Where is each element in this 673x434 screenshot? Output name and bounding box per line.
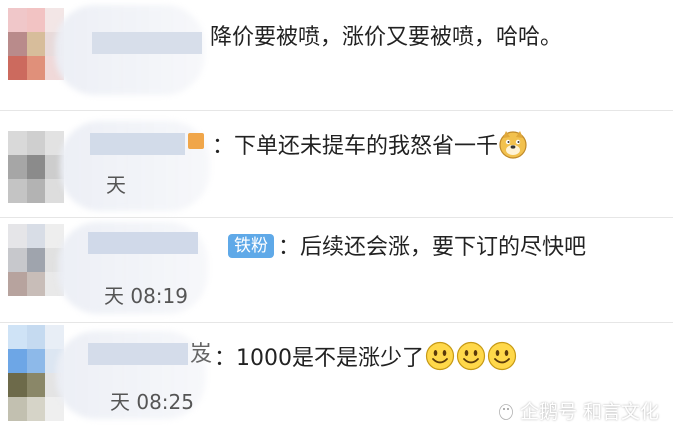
avatar[interactable] [8,131,64,203]
blurred-block [90,133,185,155]
blurred-block [88,343,188,365]
blurred-block [92,32,202,54]
comment-name-fragment: 岌 [190,342,213,367]
penguin-icon [499,404,513,420]
smiley-icon [425,341,455,371]
vip-icon [188,133,204,149]
comment-time: 天 08:19 [104,284,188,308]
blurred-block [88,232,198,254]
comment-text: 铁粉 ：后续还会涨，要下订的尽快吧 [228,234,586,262]
comment-time: 天 08:25 [110,390,194,414]
fan-badge[interactable]: 铁粉 [228,234,274,258]
watermark: 企鹅号 和言文化 [496,397,659,424]
avatar[interactable] [8,224,64,296]
doge-icon [499,131,527,159]
comment-item-1: 降价要被喷，涨价又要被喷，哈哈。 [0,0,673,110]
smiley-icon [456,341,486,371]
comment-item-2: ：下单还未提车的我怒省一千 天 [0,111,673,217]
comment-item-3: 铁粉 ：后续还会涨，要下订的尽快吧 天 08:19 [0,218,673,322]
comment-text: 降价要被喷，涨价又要被喷，哈哈。 [210,25,563,50]
comment-time: 天 [106,173,126,197]
comment-text: ：下单还未提车的我怒省一千 [212,129,528,161]
comment-text: ：1000是不是涨少了 [214,341,517,373]
smiley-icon [487,341,517,371]
